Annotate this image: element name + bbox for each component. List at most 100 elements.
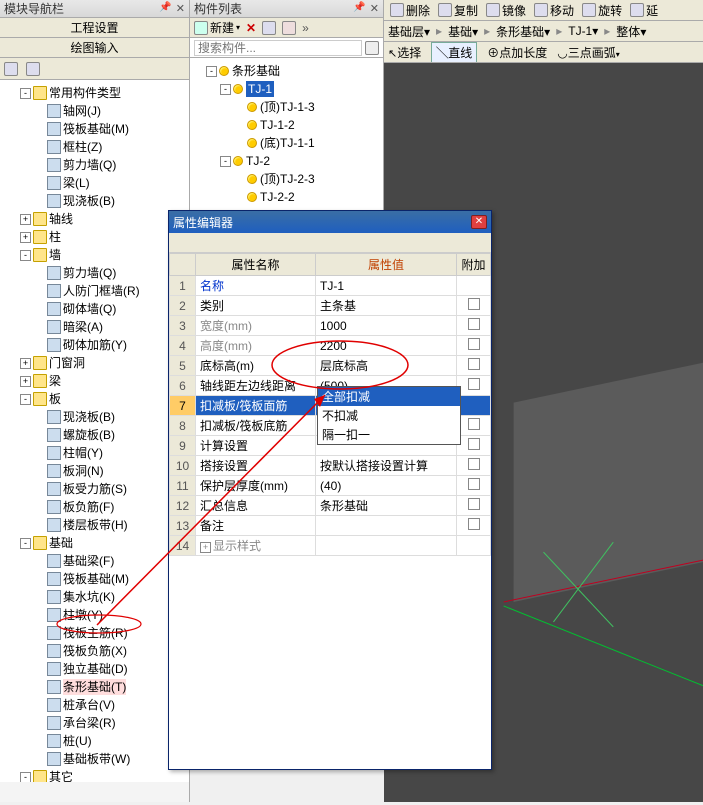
extra-checkbox[interactable]	[468, 458, 480, 470]
tree-item[interactable]: 集水坑(K)	[34, 588, 187, 606]
combo-0[interactable]: 基础层▾	[388, 23, 430, 40]
tree-item[interactable]: 梁(L)	[34, 174, 187, 192]
tree-item[interactable]: 筏板负筋(X)	[34, 642, 187, 660]
tree-item[interactable]: 独立基础(D)	[34, 660, 187, 678]
property-value[interactable]: 条形基础	[320, 499, 368, 513]
list-tree-item[interactable]: TJ-1-2	[234, 116, 381, 134]
list-tree-item[interactable]: TJ-2-2	[234, 188, 381, 206]
tree-item[interactable]: 承台梁(R)	[34, 714, 187, 732]
property-row[interactable]: 4高度(mm)2200	[170, 336, 491, 356]
extra-checkbox[interactable]	[468, 418, 480, 430]
expand-icon[interactable]: +	[200, 542, 211, 553]
nav-tab-project-settings[interactable]: 工程设置	[0, 18, 189, 38]
tree-item[interactable]: +柱	[20, 228, 187, 246]
tree-item[interactable]: 板受力筋(S)	[34, 480, 187, 498]
tree-item[interactable]: 基础板带(W)	[34, 750, 187, 768]
collapse-icon[interactable]: -	[220, 156, 231, 167]
dialog-close-icon[interactable]: ✕	[471, 215, 487, 229]
tree-item[interactable]: -常用构件类型	[20, 84, 187, 102]
tree-item[interactable]: 剪力墙(Q)	[34, 156, 187, 174]
list-close-icon[interactable]: ✕	[370, 2, 379, 15]
tree-item[interactable]: +轴线	[20, 210, 187, 228]
dropdown-option[interactable]: 全部扣减	[318, 387, 460, 406]
deduction-dropdown[interactable]: 全部扣减不扣减隔一扣一	[317, 386, 461, 445]
move-button[interactable]: 移动	[532, 2, 576, 19]
list-tree-item[interactable]: -TJ-2	[220, 152, 381, 170]
property-value[interactable]: 1000	[320, 319, 347, 333]
tree-item[interactable]: +梁	[20, 372, 187, 390]
collapse-icon[interactable]: -	[20, 394, 31, 405]
collapse-icon[interactable]: -	[206, 66, 217, 77]
sort-icon[interactable]	[262, 21, 276, 35]
more-icon[interactable]: »	[302, 18, 309, 38]
combo-4[interactable]: 整体▾	[616, 23, 646, 40]
extra-checkbox[interactable]	[468, 318, 480, 330]
delete-icon[interactable]: ✕	[246, 18, 256, 38]
property-value[interactable]: 主条基	[320, 299, 356, 313]
tree-item[interactable]: -其它	[20, 768, 187, 782]
collapse-icon[interactable]: -	[20, 88, 31, 99]
tree-item[interactable]: 轴网(J)	[34, 102, 187, 120]
tree-item[interactable]: 框柱(Z)	[34, 138, 187, 156]
tree-item[interactable]: 剪力墙(Q)	[34, 264, 187, 282]
extra-checkbox[interactable]	[468, 518, 480, 530]
tree-item[interactable]: 筏板主筋(R)	[34, 624, 187, 642]
extra-checkbox[interactable]	[468, 358, 480, 370]
rotate-button[interactable]: 旋转	[580, 2, 624, 19]
tree-item[interactable]: +门窗洞	[20, 354, 187, 372]
list-tree-item[interactable]: (底)TJ-1-1	[234, 134, 381, 152]
extend-button[interactable]: 延	[628, 2, 660, 19]
collapse-icon[interactable]: -	[20, 772, 31, 783]
tree-item[interactable]: 人防门框墙(R)	[34, 282, 187, 300]
list-tree-item[interactable]: (顶)TJ-1-3	[234, 98, 381, 116]
combo-3[interactable]: TJ-1▾	[568, 24, 598, 38]
nav-close-icon[interactable]: ✕	[176, 2, 185, 15]
point-length-tool[interactable]: ⊕点加长度	[487, 44, 547, 61]
property-row[interactable]: 11保护层厚度(mm)(40)	[170, 476, 491, 496]
expand-icon[interactable]: +	[20, 214, 31, 225]
line-tool[interactable]: ╲直线	[431, 42, 477, 63]
tree-item[interactable]: 条形基础(T)	[34, 678, 187, 696]
collapse-icon[interactable]: -	[220, 84, 231, 95]
tree-item[interactable]: 砌体加筋(Y)	[34, 336, 187, 354]
expand-icon[interactable]: +	[20, 232, 31, 243]
tree-item[interactable]: 暗梁(A)	[34, 318, 187, 336]
list-tree-item[interactable]: -条形基础	[206, 62, 381, 80]
combo-1[interactable]: 基础▾	[448, 23, 478, 40]
pin-icon[interactable]: 📌	[159, 2, 171, 15]
expand-icon[interactable]: +	[20, 358, 31, 369]
dropdown-option[interactable]: 不扣减	[318, 406, 460, 425]
combo-2[interactable]: 条形基础▾	[496, 23, 550, 40]
list-tree-item[interactable]: (顶)TJ-2-3	[234, 170, 381, 188]
extra-checkbox[interactable]	[468, 478, 480, 490]
mirror-button[interactable]: 镜像	[484, 2, 528, 19]
tree-item[interactable]: 砌体墙(Q)	[34, 300, 187, 318]
tree-item[interactable]: -板	[20, 390, 187, 408]
expand-all-icon[interactable]	[4, 62, 18, 76]
property-row[interactable]: 12汇总信息条形基础	[170, 496, 491, 516]
extra-checkbox[interactable]	[468, 298, 480, 310]
property-row[interactable]: 5底标高(m)层底标高	[170, 356, 491, 376]
extra-checkbox[interactable]	[468, 438, 480, 450]
arc-tool[interactable]: ◡三点画弧▾	[557, 44, 620, 61]
tree-item[interactable]: 桩承台(V)	[34, 696, 187, 714]
tree-item[interactable]: 现浇板(B)	[34, 192, 187, 210]
nav-tree[interactable]: -常用构件类型轴网(J)筏板基础(M)框柱(Z)剪力墙(Q)梁(L)现浇板(B)…	[0, 80, 189, 782]
tree-item[interactable]: 筏板基础(M)	[34, 120, 187, 138]
property-row[interactable]: 2类别主条基	[170, 296, 491, 316]
filter-icon[interactable]	[282, 21, 296, 35]
tree-item[interactable]: -基础	[20, 534, 187, 552]
tree-item[interactable]: -墙	[20, 246, 187, 264]
dialog-titlebar[interactable]: 属性编辑器 ✕	[169, 211, 491, 233]
eraser-button[interactable]: 删除	[388, 2, 432, 19]
tree-item[interactable]: 基础梁(F)	[34, 552, 187, 570]
collapse-icon[interactable]: -	[20, 250, 31, 261]
tree-item[interactable]: 柱墩(Y)	[34, 606, 187, 624]
tree-item[interactable]: 桩(U)	[34, 732, 187, 750]
list-tree[interactable]: -条形基础-TJ-1(顶)TJ-1-3TJ-1-2(底)TJ-1-1-TJ-2(…	[190, 58, 383, 210]
tree-item[interactable]: 板洞(N)	[34, 462, 187, 480]
property-value[interactable]: TJ-1	[320, 279, 344, 293]
dropdown-option[interactable]: 隔一扣一	[318, 425, 460, 444]
property-row[interactable]: 3宽度(mm)1000	[170, 316, 491, 336]
tree-item[interactable]: 现浇板(B)	[34, 408, 187, 426]
